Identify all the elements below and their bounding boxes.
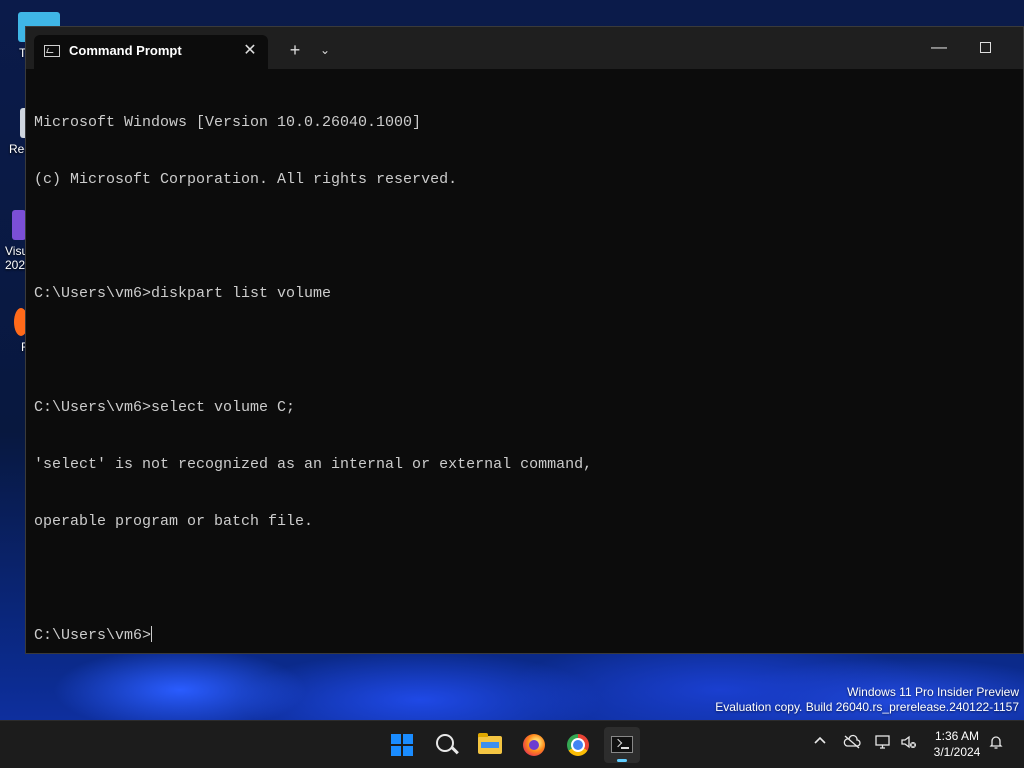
console-line: C:\Users\vm6>diskpart list volume (34, 285, 332, 302)
text-cursor (151, 626, 153, 642)
prompt-text: C:\Users\vm6> (34, 627, 152, 644)
taskbar (0, 720, 1024, 768)
bell-icon (989, 736, 1003, 749)
speaker-muted-icon (901, 735, 916, 749)
cloud-offline-icon (843, 734, 861, 749)
tab-close-button[interactable]: ✕ (240, 41, 260, 61)
console-line: C:\Users\vm6>select volume C; (34, 399, 296, 416)
terminal-icon (611, 736, 633, 753)
terminal-button[interactable] (604, 727, 640, 763)
firefox-button[interactable] (516, 727, 552, 763)
watermark-line-2: Evaluation copy. Build 26040.rs_prerelea… (715, 700, 1019, 714)
onedrive-offline-button[interactable] (843, 734, 861, 752)
firefox-icon (523, 734, 545, 756)
tab-command-prompt[interactable]: Command Prompt ✕ (34, 35, 268, 69)
console-output[interactable]: Microsoft Windows [Version 10.0.26040.10… (34, 75, 1015, 645)
command-prompt-icon (44, 45, 60, 57)
maximize-icon (979, 42, 991, 54)
notifications-button[interactable] (987, 734, 1005, 752)
evaluation-watermark: Windows 11 Pro Insider Preview Evaluatio… (715, 685, 1019, 715)
console-line: Microsoft Windows [Version 10.0.26040.10… (34, 114, 422, 131)
file-explorer-button[interactable] (472, 727, 508, 763)
start-button[interactable] (384, 727, 420, 763)
command-prompt-window: Command Prompt ✕ + ⌄ — Microsoft Windows… (25, 26, 1024, 654)
clock-date: 3/1/2024 (933, 745, 981, 759)
tab-title: Command Prompt (69, 43, 182, 58)
window-titlebar[interactable]: Command Prompt ✕ + ⌄ — (26, 27, 1023, 69)
console-line: operable program or batch file. (34, 513, 314, 530)
volume-button[interactable] (900, 734, 918, 752)
prompt-line[interactable]: C:\Users\vm6> (34, 626, 1015, 645)
active-indicator (617, 759, 627, 762)
tab-dropdown-button[interactable]: ⌄ (314, 39, 336, 61)
minimize-button[interactable]: — (924, 37, 954, 59)
clock-time: 1:36 AM (934, 729, 980, 743)
search-button[interactable] (428, 727, 464, 763)
chrome-button[interactable] (560, 727, 596, 763)
visual-studio-icon (12, 210, 26, 240)
watermark-line-1: Windows 11 Pro Insider Preview (847, 685, 1019, 699)
network-button[interactable] (874, 734, 892, 752)
maximize-button[interactable] (970, 37, 1000, 59)
new-tab-button[interactable]: + (284, 39, 306, 61)
console-line: (c) Microsoft Corporation. All rights re… (34, 171, 458, 188)
network-monitor-icon (875, 735, 890, 749)
chrome-icon (567, 734, 589, 756)
windows-logo-icon (391, 734, 413, 756)
folder-icon (478, 733, 502, 754)
clock[interactable]: 1:36 AM 3/1/2024 (928, 728, 986, 760)
show-hidden-icons-button[interactable] (811, 734, 829, 752)
chevron-up-icon (814, 736, 826, 744)
console-line: 'select' is not recognized as an interna… (34, 456, 593, 473)
search-icon (436, 734, 454, 752)
